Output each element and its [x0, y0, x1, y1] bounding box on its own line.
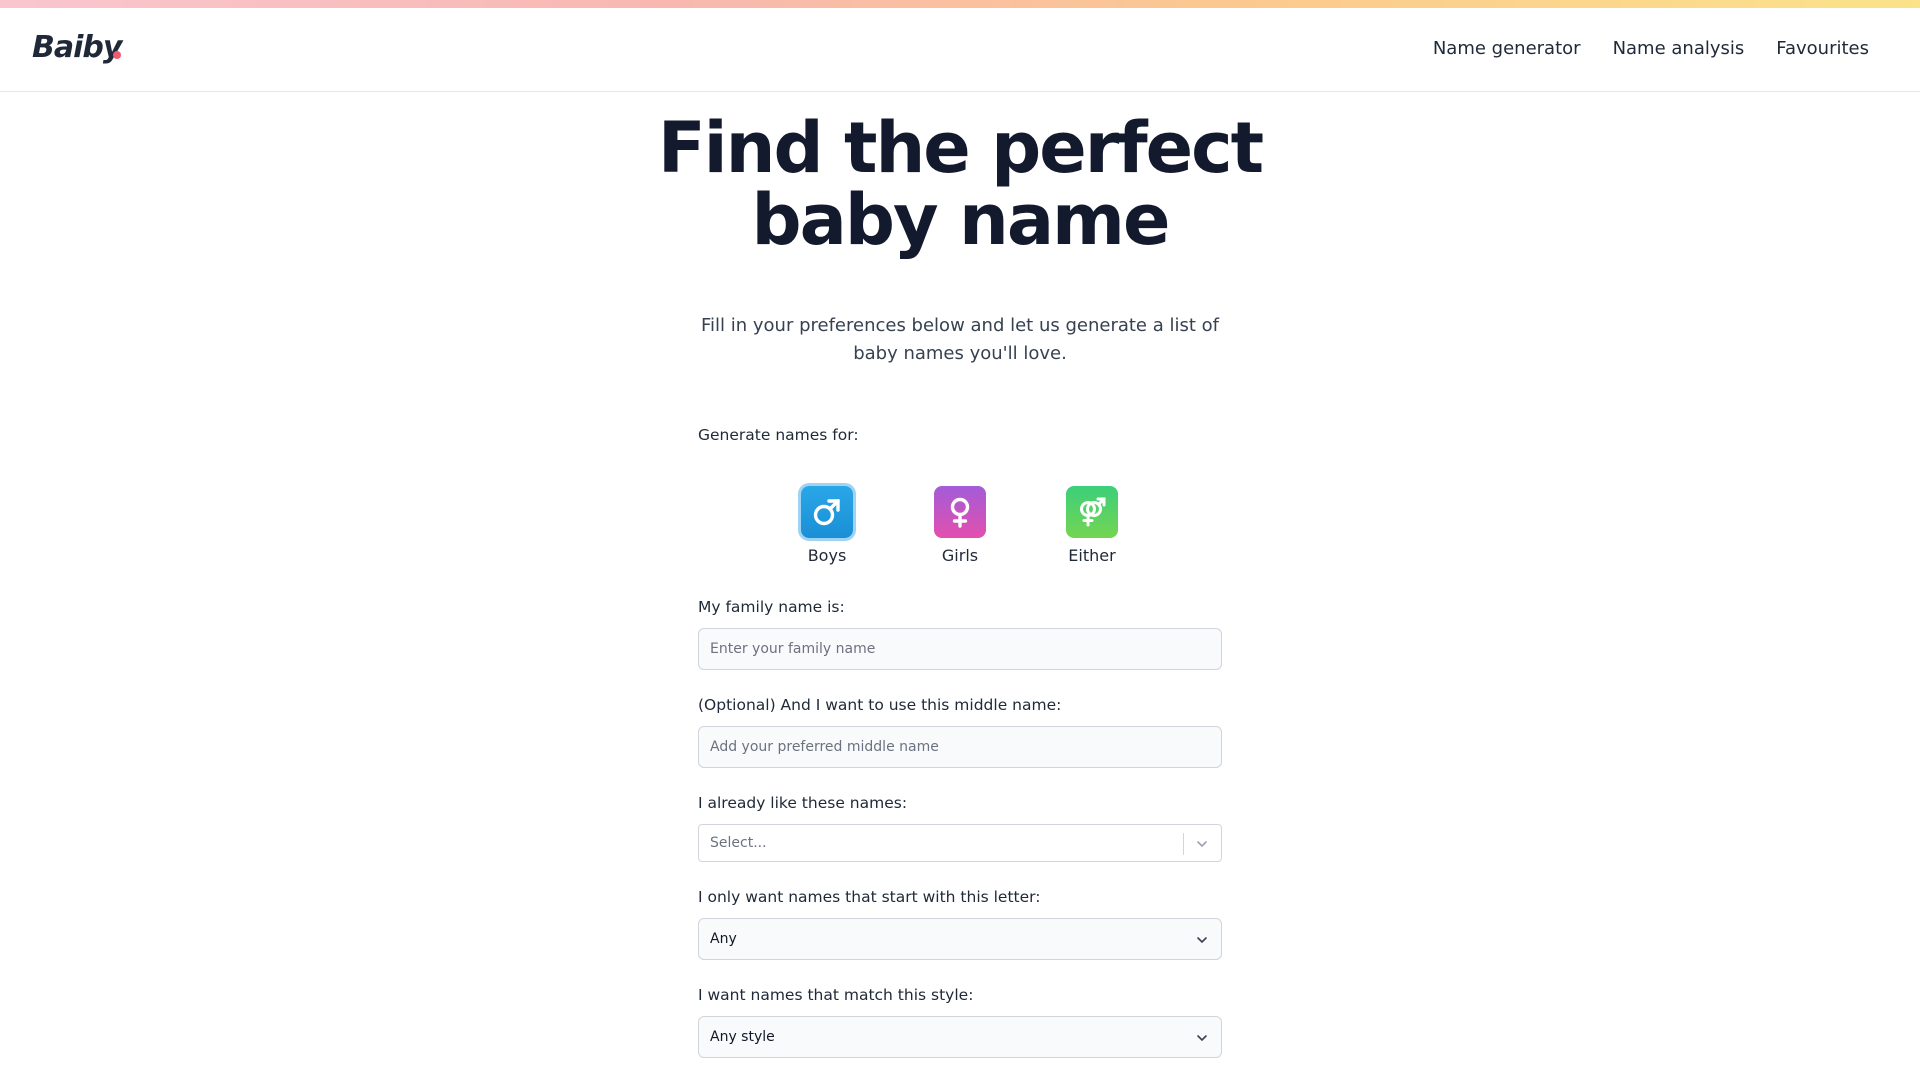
family-name-label: My family name is:: [698, 598, 845, 616]
chevron-down-icon: [1197, 937, 1207, 944]
gender-both-icon: [1066, 486, 1118, 538]
male-symbol-icon: [801, 486, 853, 538]
liked-names-placeholder: Select...: [710, 835, 767, 851]
main-nav: Name generator Name analysis Favourites: [1433, 38, 1869, 59]
style-select[interactable]: Any style: [698, 1016, 1222, 1058]
liked-names-label: I already like these names:: [698, 794, 908, 812]
nav-name-generator[interactable]: Name generator: [1433, 38, 1581, 59]
middle-name-input[interactable]: [698, 726, 1222, 768]
gender-label-girls: Girls: [941, 546, 979, 565]
liked-names-select[interactable]: Select...: [698, 824, 1222, 862]
gender-option-girls[interactable]: Girls: [920, 486, 1000, 565]
style-value: Any style: [710, 1029, 775, 1045]
chevron-down-icon: [1197, 1035, 1207, 1042]
start-letter-label: I only want names that start with this l…: [698, 888, 1041, 906]
middle-name-label: (Optional) And I want to use this middle…: [698, 696, 1062, 714]
style-label: I want names that match this style:: [698, 986, 974, 1004]
nav-name-analysis[interactable]: Name analysis: [1613, 38, 1745, 59]
gender-label-boys: Boys: [807, 546, 847, 565]
logo[interactable]: Baiby: [32, 30, 122, 65]
family-name-input[interactable]: [698, 628, 1222, 670]
page-title: Find the perfect baby name: [657, 107, 1264, 261]
gender-label-either: Either: [1068, 546, 1116, 565]
gender-option-boys[interactable]: Boys: [787, 486, 867, 565]
nav-favourites[interactable]: Favourites: [1776, 38, 1869, 59]
start-letter-value: Any: [710, 931, 737, 947]
gender-label: Generate names for:: [698, 426, 859, 444]
page-subtitle: Fill in your preferences below and let u…: [700, 315, 1219, 364]
select-separator: [1183, 833, 1184, 855]
logo-dot: [113, 51, 121, 59]
chevron-down-icon[interactable]: [1195, 837, 1209, 851]
gender-options: Boys Girls Either: [698, 486, 1222, 576]
top-gradient-bar: [0, 0, 1920, 8]
gender-option-either[interactable]: Either: [1052, 486, 1132, 565]
female-symbol-icon: [934, 486, 986, 538]
site-header: Baiby Name generator Name analysis Favou…: [0, 8, 1920, 92]
start-letter-select[interactable]: Any: [698, 918, 1222, 960]
